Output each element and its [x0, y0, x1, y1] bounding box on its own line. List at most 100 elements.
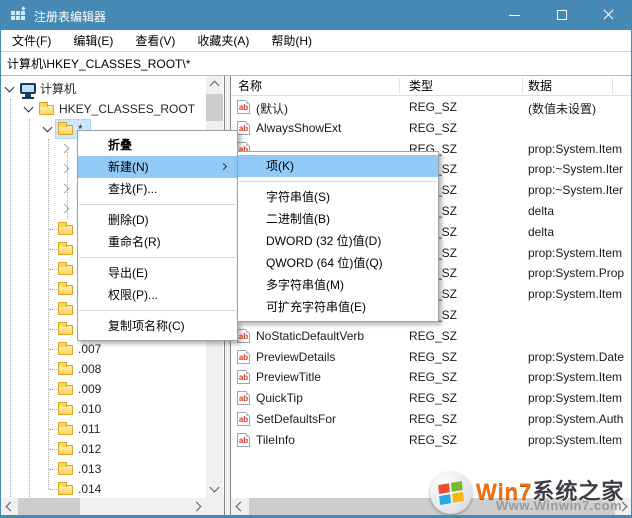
scroll-down-icon[interactable]	[210, 483, 220, 493]
value-data: prop:~System.Iter	[528, 183, 623, 197]
value-data: delta	[528, 204, 554, 218]
menubar-item-edit[interactable]: 编辑(E)	[62, 30, 124, 52]
value-data: prop:System.Auth	[528, 412, 623, 426]
scroll-right-icon[interactable]	[192, 502, 202, 512]
column-separator[interactable]	[399, 78, 400, 94]
tree-item-key-007[interactable]: .007	[1, 339, 224, 359]
tree-hscroll-thumb[interactable]	[18, 498, 80, 515]
value-data: prop:System.Item	[528, 391, 622, 405]
watermark-url: Www.Winwin7.com	[496, 498, 622, 513]
maximize-icon	[557, 10, 567, 20]
submenu-item-string-value[interactable]: 字符串值(S)	[238, 186, 438, 208]
column-separator[interactable]	[522, 78, 523, 94]
tree-item-label: .010	[75, 401, 104, 417]
tree-item-key-012[interactable]: .012	[1, 439, 224, 459]
value-row-SetDefaultsFor[interactable]: abSetDefaultsForREG_SZprop:System.Auth	[231, 409, 631, 429]
folder-icon	[58, 281, 74, 297]
menubar-item-help[interactable]: 帮助(H)	[260, 30, 323, 52]
tree-item-label: .014	[75, 481, 104, 497]
submenu-item-expandable-string-value[interactable]: 可扩充字符串值(E)	[238, 296, 438, 318]
chevron-down-icon[interactable]	[24, 103, 34, 113]
chevron-down-icon[interactable]	[43, 123, 53, 133]
folder-icon	[58, 481, 74, 497]
reg-sz-icon: ab	[237, 100, 250, 114]
folder-icon	[58, 301, 74, 317]
tree-guide-stub	[49, 269, 57, 270]
tree-item-hkey-classes-root[interactable]: HKEY_CLASSES_ROOT	[1, 99, 224, 119]
tree-horizontal-scrollbar[interactable]	[1, 498, 224, 515]
context-menu-item-copy-key-name[interactable]: 复制项名称(C)	[78, 315, 237, 337]
value-row-PreviewDetails[interactable]: abPreviewDetailsREG_SZprop:System.Date	[231, 347, 631, 367]
column-header-name[interactable]: 名称	[238, 78, 262, 94]
context-menu-item-collapse[interactable]: 折叠	[78, 134, 237, 156]
tree-item-label: HKEY_CLASSES_ROOT	[56, 101, 198, 117]
menubar-item-view[interactable]: 查看(V)	[124, 30, 186, 52]
value-row-TileInfo[interactable]: abTileInfoREG_SZprop:System.Item	[231, 430, 631, 450]
value-row-QuickTip[interactable]: abQuickTipREG_SZprop:System.Item	[231, 388, 631, 408]
context-menu-item-export[interactable]: 导出(E)	[78, 262, 237, 284]
value-row-(默认)[interactable]: ab(默认)REG_SZ(数值未设置)	[231, 97, 631, 117]
tree-guide-stub	[49, 229, 57, 230]
chevron-right-icon[interactable]	[60, 184, 70, 194]
menubar-item-favorites[interactable]: 收藏夹(A)	[186, 30, 260, 52]
value-type: REG_SZ	[409, 350, 457, 364]
tree-guide-stub	[49, 469, 57, 470]
menubar-item-file[interactable]: 文件(F)	[1, 30, 62, 52]
maximize-button[interactable]	[538, 0, 585, 30]
chevron-down-icon[interactable]	[5, 83, 15, 93]
context-menu: 折叠新建(N)查找(F)... 删除(D)重命名(R) 导出(E)权限(P)... 复…	[77, 130, 238, 341]
minimize-button[interactable]	[491, 0, 538, 30]
submenu-item-qword-value[interactable]: QWORD (64 位)值(Q)	[238, 252, 438, 274]
tree-item-key-014[interactable]: .014	[1, 479, 224, 499]
scroll-left-icon[interactable]	[6, 502, 16, 512]
folder-icon	[58, 241, 74, 257]
tree-item-key-011[interactable]: .011	[1, 419, 224, 439]
chevron-right-icon[interactable]	[60, 144, 70, 154]
column-separator[interactable]	[612, 78, 613, 94]
tree-vscroll-thumb[interactable]	[206, 94, 223, 121]
tree-guide-stub	[49, 369, 57, 370]
tree-item-key-009[interactable]: .009	[1, 379, 224, 399]
chevron-right-icon[interactable]	[60, 164, 70, 174]
window-border	[0, 0, 1, 518]
submenu-item-key[interactable]: 项(K)	[238, 155, 438, 177]
reg-sz-icon: ab	[237, 412, 250, 426]
minimize-icon	[509, 15, 520, 16]
context-menu-item-permissions[interactable]: 权限(P)...	[78, 284, 237, 306]
title-bar: 注册表编辑器	[0, 0, 632, 30]
tree-item-label: .013	[75, 461, 104, 477]
value-name: NoStaticDefaultVerb	[256, 329, 364, 343]
context-menu-item-delete[interactable]: 删除(D)	[78, 209, 237, 231]
context-menu-item-find[interactable]: 查找(F)...	[78, 178, 237, 200]
tree-guide-stub	[49, 449, 57, 450]
context-menu-item-new[interactable]: 新建(N)	[78, 156, 237, 178]
folder-icon	[58, 341, 74, 357]
column-header-data[interactable]: 数据	[528, 78, 552, 94]
value-type: REG_SZ	[409, 329, 457, 343]
tree-item-computer[interactable]: 计算机	[1, 79, 224, 99]
folder-icon	[58, 121, 74, 137]
tree-guide-stub	[49, 349, 57, 350]
address-bar[interactable]: 计算机\HKEY_CLASSES_ROOT\*	[1, 53, 631, 76]
submenu-item-binary-value[interactable]: 二进制值(B)	[238, 208, 438, 230]
computer-icon	[20, 81, 36, 97]
value-row-NoStaticDefaultVerb[interactable]: abNoStaticDefaultVerbREG_SZ	[231, 326, 631, 346]
tree-item-key-010[interactable]: .010	[1, 399, 224, 419]
value-row-PreviewTitle[interactable]: abPreviewTitleREG_SZprop:System.Item	[231, 367, 631, 387]
chevron-right-icon[interactable]	[60, 204, 70, 214]
context-menu-item-rename[interactable]: 重命名(R)	[78, 231, 237, 253]
value-data: prop:System.Item	[528, 142, 622, 156]
value-row-AlwaysShowExt[interactable]: abAlwaysShowExtREG_SZ	[231, 118, 631, 138]
tree-item-label: .012	[75, 441, 104, 457]
tree-item-key-013[interactable]: .013	[1, 459, 224, 479]
scroll-left-icon[interactable]	[236, 502, 246, 512]
scroll-up-icon[interactable]	[210, 81, 220, 91]
submenu-item-multi-string-value[interactable]: 多字符串值(M)	[238, 274, 438, 296]
column-header-type[interactable]: 类型	[409, 78, 433, 94]
reg-sz-icon: ab	[237, 121, 250, 135]
close-button[interactable]	[585, 0, 632, 30]
submenu-arrow-icon	[220, 163, 227, 170]
tree-item-key-008[interactable]: .008	[1, 359, 224, 379]
value-type: REG_SZ	[409, 370, 457, 384]
submenu-item-dword-value[interactable]: DWORD (32 位)值(D)	[238, 230, 438, 252]
